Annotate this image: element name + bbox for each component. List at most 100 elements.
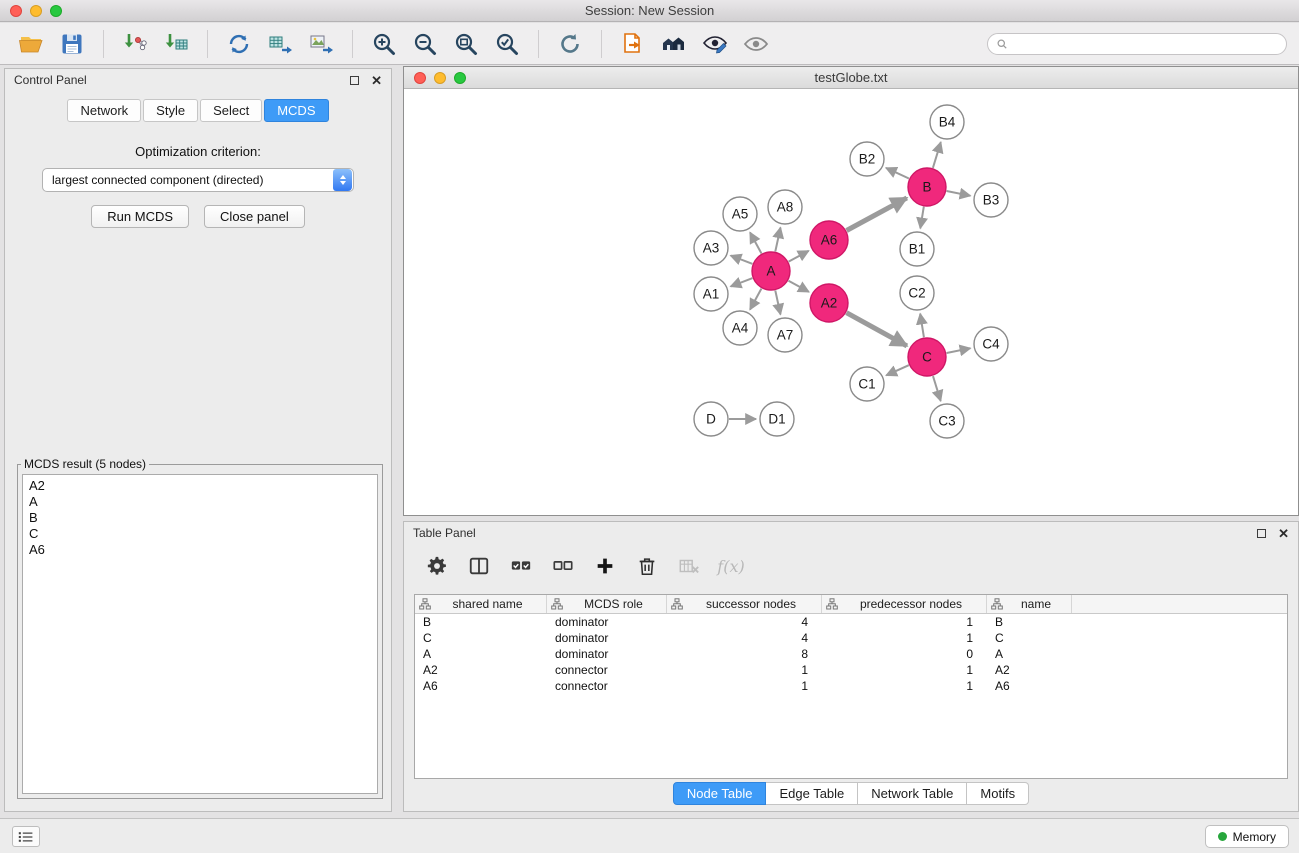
eye-edit-icon[interactable] — [696, 28, 734, 60]
tab-select[interactable]: Select — [200, 99, 262, 122]
graph-edge-A2-C[interactable] — [847, 313, 907, 346]
close-table-panel-button[interactable]: ✕ — [1278, 527, 1289, 540]
maximize-window-button[interactable] — [50, 5, 62, 17]
graph-node-B[interactable]: B — [908, 168, 946, 206]
delete-table-icon[interactable] — [674, 552, 704, 580]
column-header-shared-name[interactable]: shared name — [415, 595, 547, 613]
tab-motifs[interactable]: Motifs — [967, 782, 1029, 805]
run-mcds-button[interactable]: Run MCDS — [91, 205, 189, 228]
graph-edge-B-B2[interactable] — [886, 168, 909, 179]
eye-icon[interactable] — [737, 28, 775, 60]
search-field[interactable] — [987, 33, 1287, 55]
table-row[interactable]: A6connector11A6 — [415, 678, 1287, 694]
graph-edge-C-C3[interactable] — [933, 376, 941, 401]
graph-edge-B-B1[interactable] — [920, 207, 924, 229]
graph-node-A[interactable]: A — [752, 252, 790, 290]
tab-network[interactable]: Network — [67, 99, 141, 122]
graph-edge-A-A2[interactable] — [789, 281, 809, 292]
graph-edge-A-A1[interactable] — [731, 278, 753, 286]
network-graph-canvas[interactable]: AA6A2BCA1A3A4A5A7A8B1B2B3B4C1C2C3C4DD1 — [404, 89, 1298, 515]
export-image-icon[interactable] — [302, 28, 340, 60]
zoom-selected-icon[interactable] — [488, 28, 526, 60]
tab-network-table[interactable]: Network Table — [858, 782, 967, 805]
tab-style[interactable]: Style — [143, 99, 198, 122]
zoom-in-icon[interactable] — [365, 28, 403, 60]
select-all-icon[interactable] — [506, 552, 536, 580]
graph-node-B2[interactable]: B2 — [850, 142, 884, 176]
import-network-icon[interactable] — [116, 28, 154, 60]
close-network-view-button[interactable] — [414, 72, 426, 84]
graph-edge-A-A6[interactable] — [789, 251, 809, 262]
tab-node-table[interactable]: Node Table — [673, 782, 767, 805]
export-network-icon[interactable] — [220, 28, 258, 60]
float-table-panel-button[interactable] — [1257, 529, 1266, 538]
graph-edge-A-A8[interactable] — [775, 228, 780, 252]
graph-edge-A6-B[interactable] — [847, 198, 907, 231]
graph-node-B1[interactable]: B1 — [900, 232, 934, 266]
graph-node-D1[interactable]: D1 — [760, 402, 794, 436]
delete-column-icon[interactable] — [632, 552, 662, 580]
graph-node-C[interactable]: C — [908, 338, 946, 376]
table-row[interactable]: Cdominator41C — [415, 630, 1287, 646]
graph-node-C3[interactable]: C3 — [930, 404, 964, 438]
graph-edge-A-A7[interactable] — [775, 291, 780, 315]
zoom-fit-icon[interactable] — [447, 28, 485, 60]
zoom-out-icon[interactable] — [406, 28, 444, 60]
graph-node-D[interactable]: D — [694, 402, 728, 436]
graph-edge-A-A3[interactable] — [731, 256, 753, 264]
graph-edge-C-C2[interactable] — [920, 314, 924, 338]
mcds-result-item[interactable]: A — [29, 494, 371, 510]
refresh-icon[interactable] — [551, 28, 589, 60]
graph-node-C1[interactable]: C1 — [850, 367, 884, 401]
column-header-predecessor-nodes[interactable]: predecessor nodes — [822, 595, 987, 613]
table-row[interactable]: Adominator80A — [415, 646, 1287, 662]
function-builder-icon[interactable]: f(x) — [716, 552, 746, 580]
graph-node-A3[interactable]: A3 — [694, 231, 728, 265]
save-session-icon[interactable] — [53, 28, 91, 60]
graph-edge-B-B4[interactable] — [933, 142, 941, 168]
graph-node-C4[interactable]: C4 — [974, 327, 1008, 361]
search-input[interactable] — [1013, 37, 1278, 51]
column-header-mcds-role[interactable]: MCDS role — [547, 595, 667, 613]
minimize-network-view-button[interactable] — [434, 72, 446, 84]
deselect-all-icon[interactable] — [548, 552, 578, 580]
session-file-icon[interactable] — [614, 28, 652, 60]
columns-icon[interactable] — [464, 552, 494, 580]
graph-node-A6[interactable]: A6 — [810, 221, 848, 259]
memory-button[interactable]: Memory — [1205, 825, 1289, 848]
maximize-network-view-button[interactable] — [454, 72, 466, 84]
export-table-icon[interactable] — [261, 28, 299, 60]
graph-edge-A-A4[interactable] — [750, 289, 761, 310]
import-table-icon[interactable] — [157, 28, 195, 60]
graph-node-B4[interactable]: B4 — [930, 105, 964, 139]
graph-edge-C-C1[interactable] — [886, 365, 909, 375]
mcds-result-item[interactable]: B — [29, 510, 371, 526]
graph-edge-C-C4[interactable] — [947, 348, 971, 353]
tab-edge-table[interactable]: Edge Table — [766, 782, 858, 805]
optimization-criterion-dropdown[interactable]: largest connected component (directed) — [42, 168, 354, 192]
mcds-result-item[interactable]: A6 — [29, 542, 371, 558]
table-mode-icon[interactable] — [422, 552, 452, 580]
graph-node-A1[interactable]: A1 — [694, 277, 728, 311]
mcds-result-item[interactable]: C — [29, 526, 371, 542]
minimize-window-button[interactable] — [30, 5, 42, 17]
graph-edge-B-B3[interactable] — [947, 191, 971, 196]
column-header-name[interactable]: name — [987, 595, 1072, 613]
tab-mcds[interactable]: MCDS — [264, 99, 328, 122]
graph-node-A4[interactable]: A4 — [723, 311, 757, 345]
column-header-successor-nodes[interactable]: successor nodes — [667, 595, 822, 613]
graph-node-A7[interactable]: A7 — [768, 318, 802, 352]
float-control-panel-button[interactable] — [350, 76, 359, 85]
graph-node-C2[interactable]: C2 — [900, 276, 934, 310]
graph-edge-A-A5[interactable] — [750, 232, 761, 253]
graph-node-B3[interactable]: B3 — [974, 183, 1008, 217]
mcds-result-item[interactable]: A2 — [29, 478, 371, 494]
table-row[interactable]: A2connector11A2 — [415, 662, 1287, 678]
close-panel-button[interactable]: Close panel — [204, 205, 305, 228]
open-session-icon[interactable] — [12, 28, 50, 60]
ui-layout-button[interactable] — [12, 826, 40, 847]
graph-node-A5[interactable]: A5 — [723, 197, 757, 231]
close-window-button[interactable] — [10, 5, 22, 17]
double-home-icon[interactable] — [655, 28, 693, 60]
mcds-result-list[interactable]: A2ABCA6 — [22, 474, 378, 794]
